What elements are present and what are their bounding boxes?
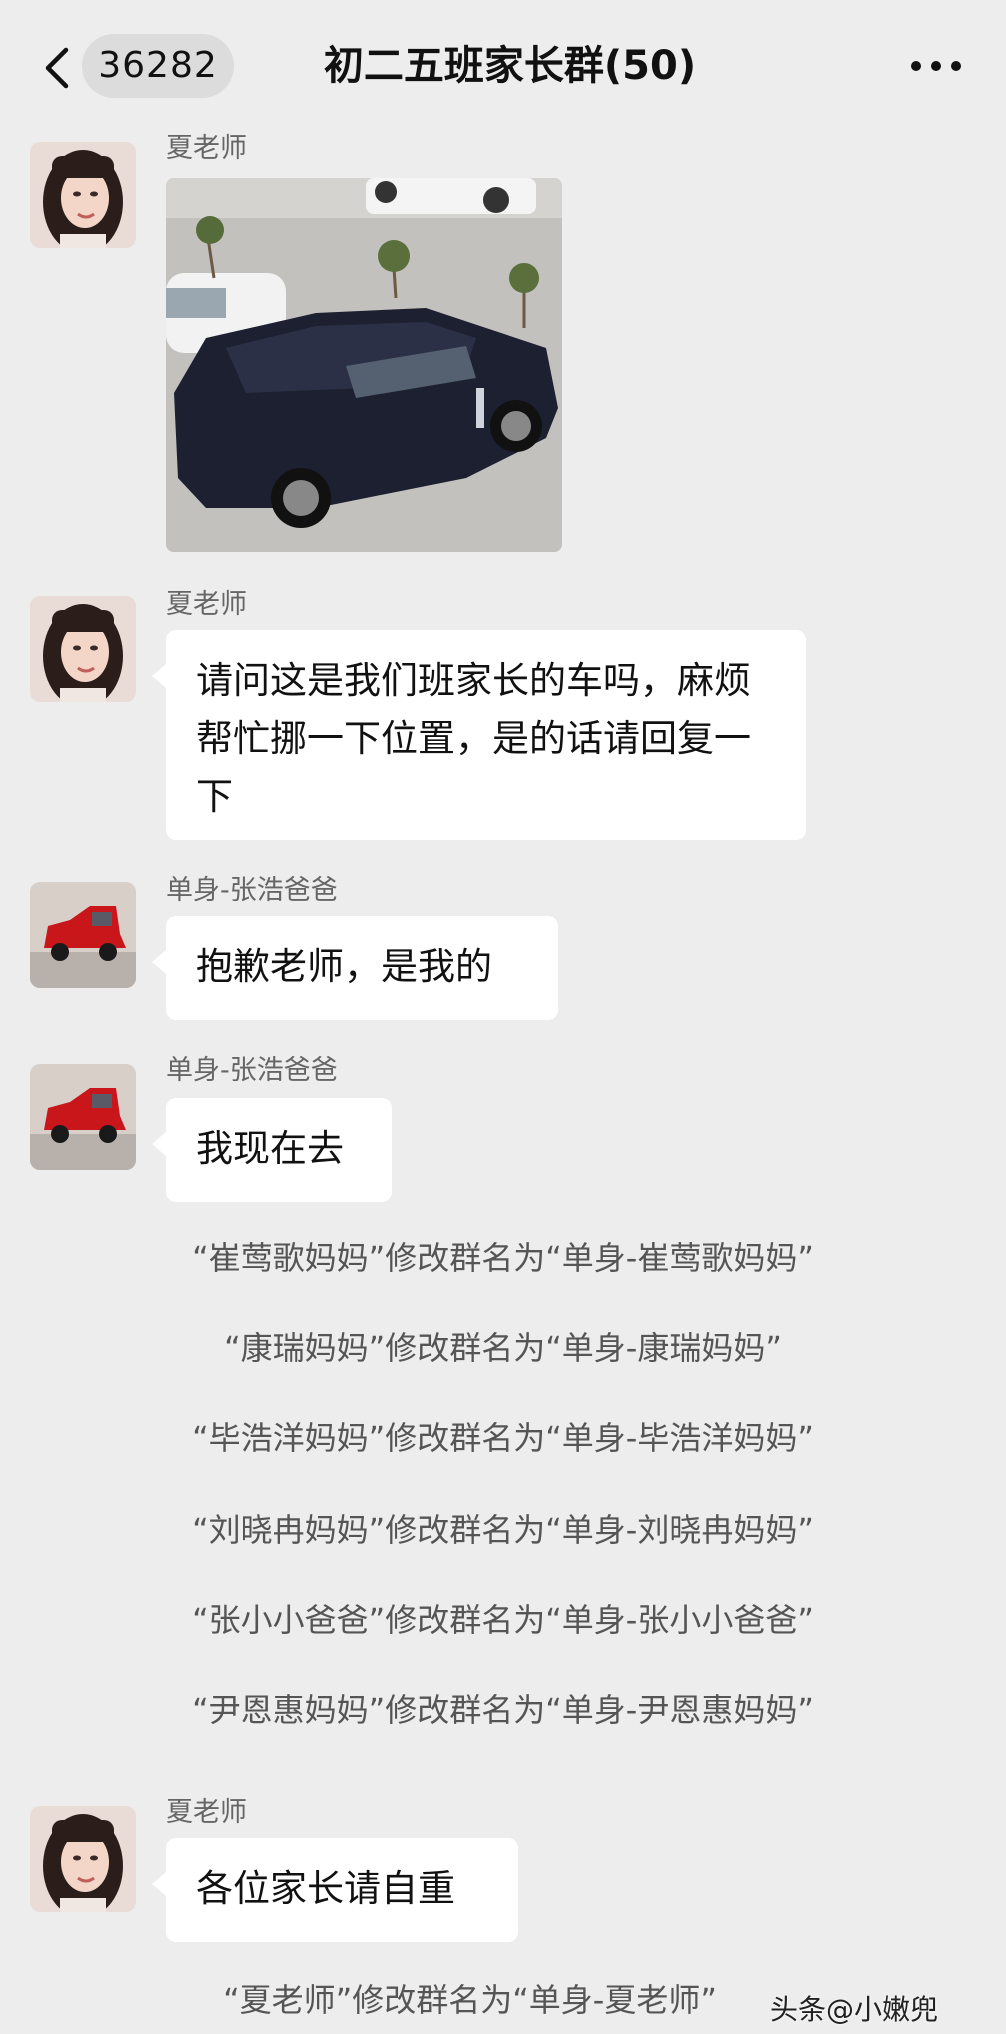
chevron-left-icon[interactable] [38,44,78,92]
message-bubble[interactable]: 各位家长请自重 [152,1838,518,1942]
sender-name: 夏老师 [166,133,247,164]
sender-name: 单身-张浩爸爸 [166,1055,338,1086]
avatar-teacher[interactable] [30,1806,136,1912]
chat-title: 初二五班家长群(50) [323,43,697,89]
top-bar: 36282 初二五班家长群(50) [0,0,1006,126]
message-bubble[interactable]: 我现在去 [152,1098,392,1202]
unread-count-badge[interactable]: 36282 [82,34,234,98]
system-message: “康瑞妈妈”修改群名为“单身-康瑞妈妈” [224,1329,782,1367]
system-message: “毕浩洋妈妈”修改群名为“单身-毕浩洋妈妈” [192,1419,814,1457]
avatar-teacher[interactable] [30,142,136,248]
avatar-parent[interactable] [30,1064,136,1170]
system-message: “张小小爸爸”修改群名为“单身-张小小爸爸” [192,1601,814,1639]
avatar-teacher[interactable] [30,596,136,702]
system-message: “崔莺歌妈妈”修改群名为“单身-崔莺歌妈妈” [192,1239,814,1277]
sender-name: 单身-张浩爸爸 [166,875,338,906]
car-photo[interactable] [166,178,562,552]
more-dots-icon[interactable] [906,50,966,82]
system-message: “尹恩惠妈妈”修改群名为“单身-尹恩惠妈妈” [192,1691,814,1729]
watermark: 头条@小嫩兜 [770,1993,939,2026]
avatar-parent[interactable] [30,882,136,988]
sender-name: 夏老师 [166,589,247,620]
message-bubble[interactable]: 请问这是我们班家长的车吗，麻烦帮忙挪一下位置，是的话请回复一下 [152,630,806,840]
message-bubble[interactable]: 抱歉老师，是我的 [152,916,558,1020]
sender-name: 夏老师 [166,1797,247,1828]
system-message: “刘晓冉妈妈”修改群名为“单身-刘晓冉妈妈” [192,1511,814,1549]
